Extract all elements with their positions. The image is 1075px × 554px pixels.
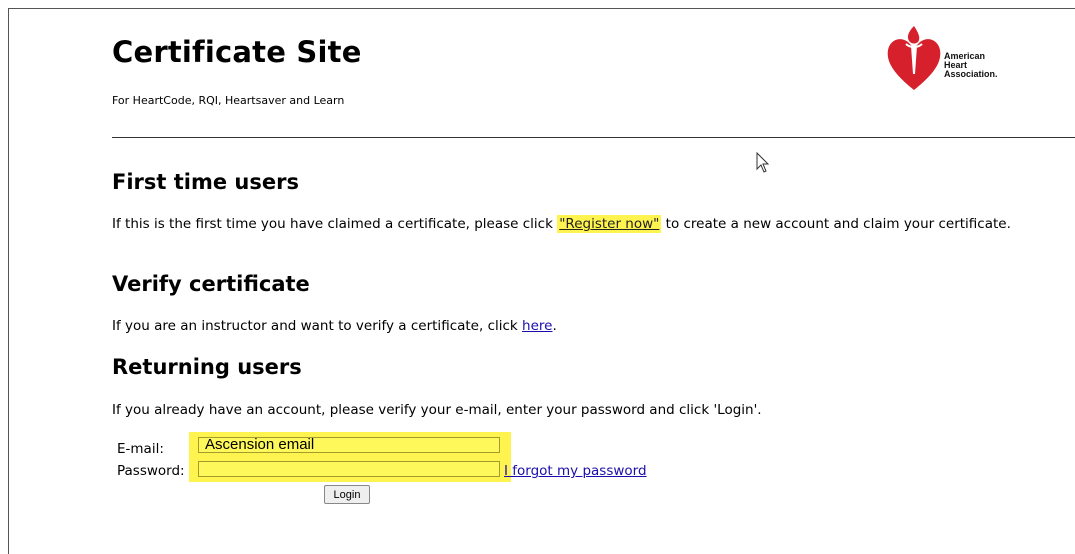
register-now-link[interactable]: "Register now" (559, 216, 659, 232)
heart-torch-logo-icon (887, 26, 941, 90)
aha-logo[interactable]: American Heart Association. (884, 24, 1024, 92)
first-time-heading: First time users (112, 170, 299, 194)
header-divider (112, 137, 1075, 138)
first-time-text: If this is the first time you have claim… (112, 215, 1011, 233)
forgot-password-link[interactable]: I forgot my password (504, 463, 647, 479)
returning-heading: Returning users (112, 355, 302, 379)
verify-heading: Verify certificate (112, 272, 310, 296)
logo-wordmark: American Heart Association. (944, 51, 998, 79)
password-label: Password: (117, 463, 185, 479)
verify-text: If you are an instructor and want to ver… (112, 318, 557, 334)
site-subtitle: For HeartCode, RQI, Heartsaver and Learn (112, 94, 345, 107)
register-highlight: "Register now" (557, 215, 662, 233)
returning-text: If you already have an account, please v… (112, 402, 762, 418)
email-label: E-mail: (117, 441, 164, 457)
mouse-cursor-icon (756, 152, 770, 173)
verify-here-link[interactable]: here (522, 318, 552, 334)
password-field[interactable] (198, 461, 500, 477)
email-field[interactable]: Ascension email (198, 437, 500, 453)
site-title: Certificate Site (112, 35, 362, 69)
login-button[interactable]: Login (324, 485, 370, 504)
